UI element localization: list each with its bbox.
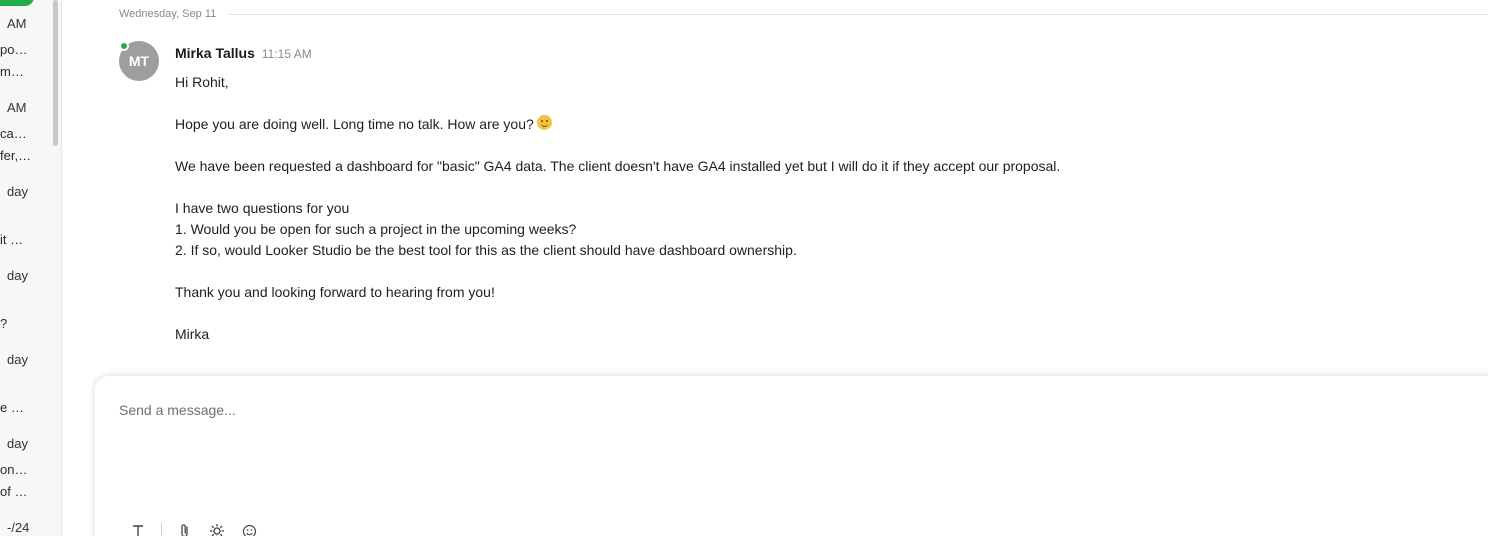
message-line: 1. Would you be open for such a project … — [175, 221, 577, 237]
settings-icon[interactable] — [206, 521, 228, 536]
new-button-fragment[interactable] — [0, 0, 34, 6]
message-line: Mirka — [175, 326, 210, 342]
text-format-icon[interactable] — [127, 521, 149, 536]
list-item-time[interactable]: -/24 — [7, 520, 29, 535]
list-item-time[interactable]: AM — [7, 16, 27, 31]
message-composer — [95, 376, 1488, 536]
message-header: Mirka Tallus 11:15 AM — [175, 45, 312, 61]
date-separator-line — [228, 13, 1488, 15]
list-item-preview[interactable]: m… — [0, 64, 24, 79]
date-separator: Wednesday, Sep 11 — [119, 7, 1488, 21]
list-item-time[interactable]: day — [7, 184, 28, 199]
list-item-preview[interactable]: it … — [0, 232, 23, 247]
date-separator-label: Wednesday, Sep 11 — [119, 8, 217, 20]
list-item-time[interactable]: day — [7, 268, 28, 283]
composer-toolbar — [127, 521, 270, 536]
online-status-dot — [119, 41, 129, 51]
message-line — [175, 261, 1375, 282]
message-line — [175, 93, 1375, 114]
scrollbar-thumb[interactable] — [53, 0, 58, 146]
list-item-time[interactable]: day — [7, 352, 28, 367]
message-line-with-emoji: Hope you are doing well. Long time no ta… — [175, 114, 1375, 135]
smiley-emoji-icon — [536, 115, 552, 130]
list-item-preview[interactable]: on… — [0, 462, 27, 477]
list-item-preview[interactable]: ca… — [0, 126, 27, 141]
list-item-preview[interactable]: e … — [0, 400, 24, 415]
list-item-preview[interactable]: ? — [0, 316, 7, 331]
message-line: We have been requested a dashboard for "… — [175, 158, 1061, 174]
message-line-text: Hope you are doing well. Long time no ta… — [175, 116, 534, 132]
sender-name[interactable]: Mirka Tallus — [175, 45, 255, 61]
list-item-time[interactable]: AM — [7, 100, 27, 115]
message-body: Hi Rohit, Hope you are doing well. Long … — [175, 72, 1375, 345]
list-item-preview[interactable]: fer,… — [0, 148, 31, 163]
list-item-time[interactable]: day — [7, 436, 28, 451]
message-line — [175, 135, 1375, 156]
message-line: 2. If so, would Looker Studio be the bes… — [175, 242, 797, 258]
message-input[interactable] — [119, 402, 1419, 418]
emoji-icon[interactable] — [238, 521, 260, 536]
list-item-preview[interactable]: po… — [0, 42, 27, 57]
message-line: Hi Rohit, — [175, 74, 229, 90]
message-line: Thank you and looking forward to hearing… — [175, 284, 495, 300]
message-line — [175, 303, 1375, 324]
toolbar-divider — [161, 523, 162, 536]
message-line — [175, 177, 1375, 198]
message-line: I have two questions for you — [175, 200, 350, 216]
conversation-list-scrollbar[interactable] — [50, 0, 62, 536]
attachment-icon[interactable] — [174, 521, 196, 536]
message-timestamp: 11:15 AM — [261, 47, 312, 61]
avatar-initials: MT — [128, 53, 150, 69]
conversation-list: AM po… m… AM ca… fer,… day it … day ? da… — [0, 0, 50, 536]
list-item-preview[interactable]: of … — [0, 484, 27, 499]
message-thread: Wednesday, Sep 11 MT Mirka Tallus 11:15 … — [63, 0, 1488, 536]
